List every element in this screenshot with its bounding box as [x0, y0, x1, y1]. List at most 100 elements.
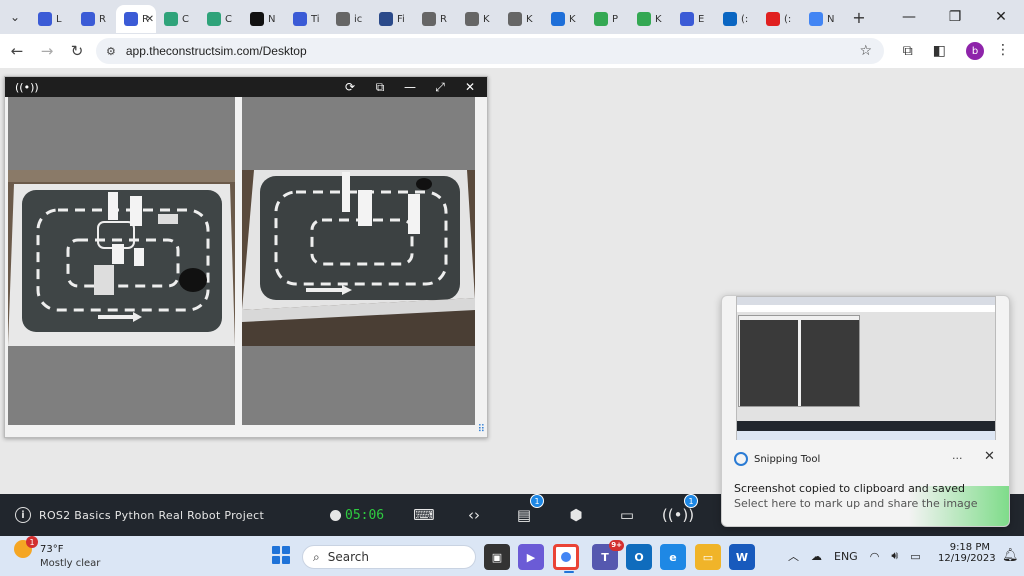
windows-taskbar: 1 73°F Mostly clear ⌕ Search ▣ ▶ T 9+ O …	[0, 536, 1024, 576]
tab-close-icon[interactable]: ✕	[146, 14, 154, 25]
minimize-window-button[interactable]: —	[886, 0, 932, 34]
reload-icon[interactable]: ↻	[62, 42, 92, 60]
tab-title: Fi	[397, 13, 405, 25]
toolbar-actions: ⧉ ◧ b	[903, 34, 984, 68]
show-hidden-icons[interactable]: ︿	[788, 548, 799, 564]
maximize-icon[interactable]: ⤢	[433, 80, 447, 95]
tab-title: N	[268, 13, 276, 25]
browser-tab[interactable]: R ✕	[116, 5, 156, 33]
tab-search-button[interactable]: ⌄	[0, 2, 30, 32]
screenshot-thumbnail[interactable]	[736, 296, 996, 440]
openai-icon	[164, 12, 178, 26]
file-explorer-icon[interactable]: ▭	[695, 544, 721, 570]
close-icon[interactable]: ✕	[463, 80, 477, 95]
word-icon[interactable]: W	[729, 544, 755, 570]
task-view-icon[interactable]: ▣	[484, 544, 510, 570]
start-button-icon[interactable]	[272, 546, 290, 564]
resize-grip-icon[interactable]: ⠿	[478, 424, 485, 435]
camera-feed-right	[242, 97, 475, 425]
graphical-tools-icon[interactable]: ▭	[615, 503, 639, 527]
openai-icon	[207, 12, 221, 26]
wifi-icon[interactable]: ◠	[870, 550, 880, 563]
onedrive-icon[interactable]: ☁	[811, 550, 822, 563]
camera-window[interactable]: ((•)) ⟳ ⧉ — ⤢ ✕ ⠿	[4, 76, 488, 438]
browser-tab[interactable]: ic	[328, 5, 371, 33]
browser-tab[interactable]: Fi	[371, 5, 414, 33]
camera-window-titlebar[interactable]: ((•)) ⟳ ⧉ — ⤢ ✕	[5, 77, 487, 97]
taskbar-search[interactable]: ⌕ Search	[302, 545, 476, 569]
tab-title: C	[182, 13, 189, 25]
youtube-icon	[766, 12, 780, 26]
browser-tab[interactable]: R	[73, 5, 116, 33]
browser-tab[interactable]: L	[30, 5, 73, 33]
drive-icon	[594, 12, 608, 26]
browser-tab[interactable]: P	[586, 5, 629, 33]
minimize-icon[interactable]: —	[403, 80, 417, 95]
dropbox-icon	[551, 12, 565, 26]
outlook-icon[interactable]: O	[626, 544, 652, 570]
code-editor-icon[interactable]: ‹›	[462, 503, 486, 527]
weather-badge: 1	[26, 536, 38, 548]
notification-close-icon[interactable]: ✕	[984, 449, 995, 464]
notification-app-name: Snipping Tool	[754, 453, 821, 465]
browser-tab[interactable]: K	[543, 5, 586, 33]
tab-title: K	[483, 13, 490, 25]
camera-feed-left	[8, 97, 235, 425]
notification-center-icon[interactable]: 🔔︎	[1002, 548, 1019, 563]
browser-tab[interactable]: K	[457, 5, 500, 33]
browser-tab[interactable]: K	[500, 5, 543, 33]
volume-icon[interactable]: 🔊︎	[891, 549, 898, 563]
battery-icon[interactable]: ▭	[910, 550, 920, 563]
browser-tab[interactable]: (:	[758, 5, 801, 33]
info-icon[interactable]: i	[15, 507, 31, 523]
teams-icon[interactable]: T 9+	[592, 540, 624, 570]
tab-title: R	[440, 13, 447, 25]
browser-tab[interactable]: N	[242, 5, 285, 33]
terminal-icon[interactable]: ⌨	[412, 503, 436, 527]
system-clock[interactable]: 9:18 PM 12/19/2023	[938, 542, 996, 564]
snipping-tool-notification[interactable]: Snipping Tool ··· ✕ Screenshot copied to…	[721, 295, 1010, 527]
side-panel-icon[interactable]: ◧	[933, 43, 946, 59]
browser-tab[interactable]: E	[672, 5, 715, 33]
globe-icon	[465, 12, 479, 26]
project-title: ROS2 Basics Python Real Robot Project	[39, 508, 265, 522]
site-info-icon[interactable]: ⚙	[106, 45, 116, 58]
weather-widget[interactable]: 1 73°F Mostly clear	[14, 536, 100, 569]
forward-icon[interactable]: →	[32, 42, 62, 60]
address-bar[interactable]: ⚙ app.theconstructsim.com/Desktop ☆	[96, 38, 884, 64]
restore-window-button[interactable]: ❐	[932, 0, 978, 34]
connection-badge: 1	[684, 494, 698, 508]
teams-meet-icon[interactable]: ▶	[518, 544, 544, 570]
browser-tab[interactable]: N	[801, 5, 844, 33]
drive-icon	[637, 12, 651, 26]
open-external-icon[interactable]: ⧉	[373, 80, 387, 95]
browser-tab[interactable]: (:	[715, 5, 758, 33]
browser-tab[interactable]: C	[156, 5, 199, 33]
bookmark-star-icon[interactable]: ☆	[859, 43, 872, 59]
new-tab-button[interactable]: +	[844, 8, 874, 27]
camera-window-buttons: ⟳ ⧉ — ⤢ ✕	[343, 80, 477, 95]
edge-icon[interactable]: e	[660, 544, 686, 570]
search-placeholder: Search	[327, 550, 369, 564]
notebook-icon[interactable]: ▤ 1	[512, 494, 544, 527]
medium-icon	[250, 12, 264, 26]
signal-icon: ((•))	[15, 80, 39, 94]
profile-avatar[interactable]: b	[966, 42, 984, 60]
back-icon[interactable]: ←	[2, 42, 32, 60]
notification-submessage: Select here to mark up and share the ima…	[734, 497, 978, 510]
extensions-icon[interactable]: ⧉	[903, 43, 913, 59]
close-window-button[interactable]: ✕	[978, 0, 1024, 34]
language-indicator[interactable]: ENG	[834, 550, 858, 563]
real-robot-connection-icon[interactable]: ((•)) 1	[662, 494, 698, 527]
gazebo-cube-icon[interactable]: ⬢	[564, 503, 588, 527]
browser-tab[interactable]: C	[199, 5, 242, 33]
browser-menu-icon[interactable]: ⋮	[996, 42, 1010, 58]
browser-tab[interactable]: R	[414, 5, 457, 33]
tab-title: K	[569, 13, 576, 25]
browser-tab[interactable]: Ti	[285, 5, 328, 33]
refresh-icon[interactable]: ⟳	[343, 80, 357, 95]
clock-time: 9:18 PM	[949, 542, 990, 553]
chrome-icon[interactable]	[553, 544, 579, 573]
browser-tab[interactable]: K	[629, 5, 672, 33]
more-options-icon[interactable]: ···	[952, 452, 963, 465]
